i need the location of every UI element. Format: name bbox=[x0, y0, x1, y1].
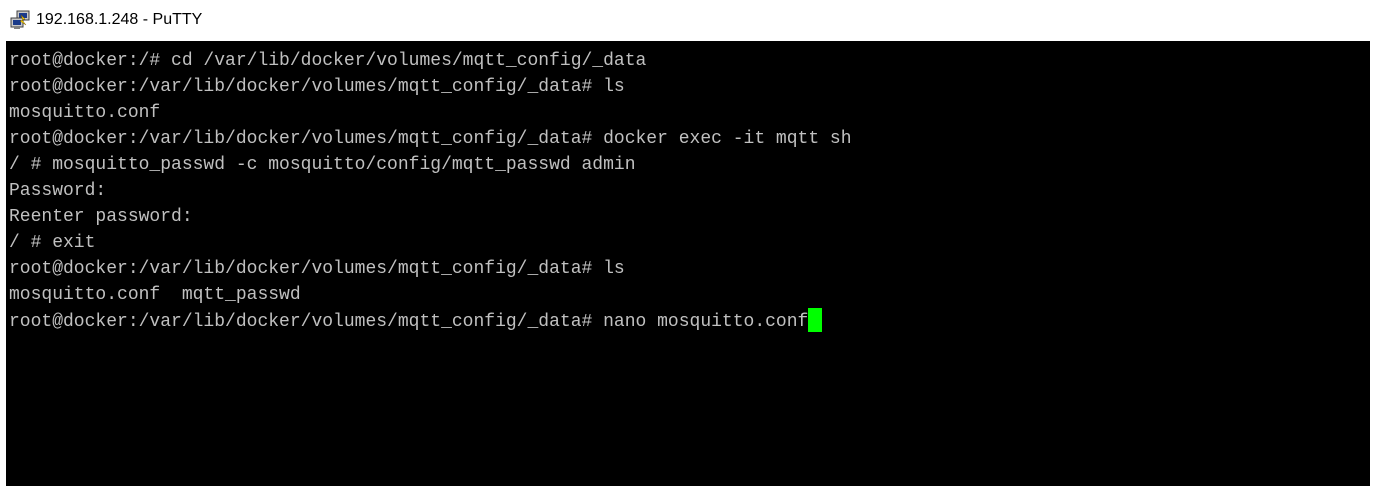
terminal-line: / # mosquitto_passwd -c mosquitto/config… bbox=[9, 155, 636, 175]
terminal-line: Reenter password: bbox=[9, 207, 193, 227]
terminal-line: Password: bbox=[9, 181, 107, 201]
terminal-line: root@docker:/# cd /var/lib/docker/volume… bbox=[9, 51, 647, 71]
terminal-line: / # exit bbox=[9, 233, 96, 253]
terminal-cursor bbox=[808, 308, 823, 332]
terminal-prompt-line: root@docker:/var/lib/docker/volumes/mqtt… bbox=[9, 308, 852, 334]
window-title: 192.168.1.248 - PuTTY bbox=[36, 11, 203, 28]
putty-window: 192.168.1.248 - PuTTY root@docker:/# cd … bbox=[0, 0, 1373, 486]
title-bar[interactable]: 192.168.1.248 - PuTTY bbox=[0, 0, 1373, 41]
terminal-area[interactable]: root@docker:/# cd /var/lib/docker/volume… bbox=[6, 41, 1370, 486]
putty-icon bbox=[9, 10, 31, 30]
terminal-line: mosquitto.conf mqtt_passwd bbox=[9, 285, 301, 305]
terminal-line: root@docker:/var/lib/docker/volumes/mqtt… bbox=[9, 77, 625, 97]
terminal-line: root@docker:/var/lib/docker/volumes/mqtt… bbox=[9, 259, 625, 279]
terminal-current-command: root@docker:/var/lib/docker/volumes/mqtt… bbox=[9, 312, 809, 332]
terminal-output: root@docker:/# cd /var/lib/docker/volume… bbox=[9, 48, 852, 334]
terminal-line: mosquitto.conf bbox=[9, 103, 161, 123]
terminal-line: root@docker:/var/lib/docker/volumes/mqtt… bbox=[9, 129, 852, 149]
